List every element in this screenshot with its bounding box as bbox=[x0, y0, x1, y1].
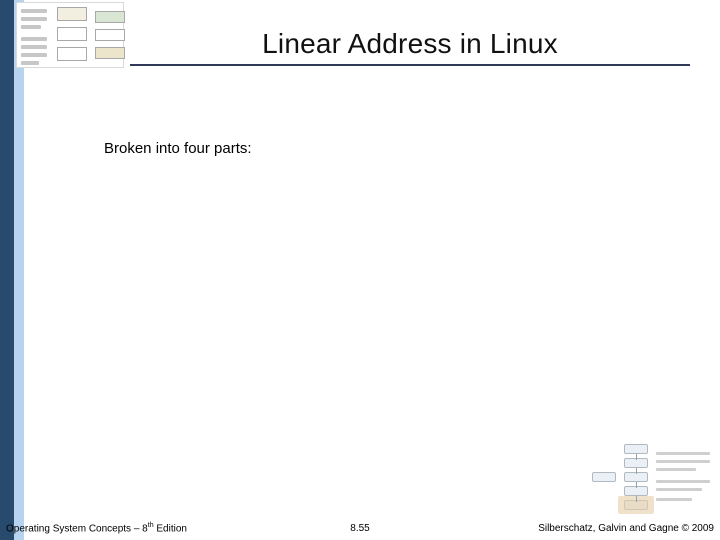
body-line-1: Broken into four parts: bbox=[104, 140, 252, 157]
side-accent-dark bbox=[0, 0, 14, 540]
slide-title: Linear Address in Linux bbox=[130, 28, 690, 60]
footer-right: Silberschatz, Galvin and Gagne © 2009 bbox=[538, 523, 714, 534]
footer: Operating System Concepts – 8th Edition … bbox=[0, 518, 720, 534]
slide: Linear Address in Linux Broken into four… bbox=[0, 0, 720, 540]
decorative-thumbnail-top-left bbox=[16, 2, 124, 68]
decorative-thumbnail-bottom-right bbox=[586, 442, 714, 516]
slide-title-wrap: Linear Address in Linux bbox=[130, 28, 690, 60]
title-underline bbox=[130, 64, 690, 66]
side-accent bbox=[0, 0, 24, 540]
side-accent-light bbox=[14, 0, 24, 540]
